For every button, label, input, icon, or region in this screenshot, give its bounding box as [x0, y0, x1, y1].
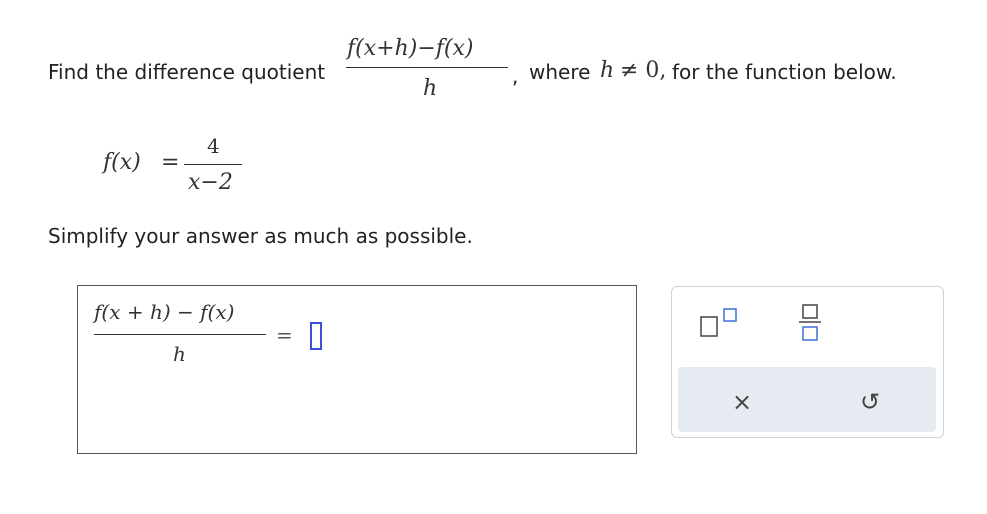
close-icon: × — [731, 388, 753, 416]
prompt-tail: for the function below. — [672, 60, 897, 84]
fraction-button[interactable] — [797, 302, 823, 342]
function-lhs: f(x) — [103, 150, 141, 175]
answer-lhs-numerator: f(x + h) − f(x) — [94, 300, 235, 324]
function-denominator: x−2 — [188, 170, 233, 195]
instruction-text: Simplify your answer as much as possible… — [48, 224, 473, 248]
function-fraction-bar — [184, 164, 242, 165]
fraction-icon — [799, 304, 821, 341]
undo-icon: ↺ — [859, 388, 881, 416]
quotient-numerator: f(x+h)−f(x) — [347, 36, 474, 61]
superscript-icon — [700, 308, 737, 337]
condition-not-zero: ≠ 0, — [620, 58, 667, 83]
answer-lhs-denominator: h — [173, 342, 186, 366]
undo-button[interactable]: ↺ — [856, 388, 884, 416]
prompt-where: where — [529, 60, 591, 84]
quotient-denominator: h — [423, 76, 438, 101]
answer-equals: = — [276, 323, 293, 347]
clear-button[interactable]: × — [728, 388, 756, 416]
answer-fraction-bar — [94, 334, 266, 335]
keypad-action-bar — [678, 367, 936, 432]
quotient-fraction-bar — [346, 67, 508, 68]
function-equals: = — [161, 150, 180, 175]
exponent-button[interactable] — [700, 305, 742, 337]
prompt-intro: Find the difference quotient — [48, 60, 326, 84]
prompt-comma: , — [512, 64, 519, 88]
function-numerator: 4 — [207, 134, 220, 158]
condition-variable: h — [600, 58, 615, 83]
answer-input[interactable] — [310, 322, 322, 350]
